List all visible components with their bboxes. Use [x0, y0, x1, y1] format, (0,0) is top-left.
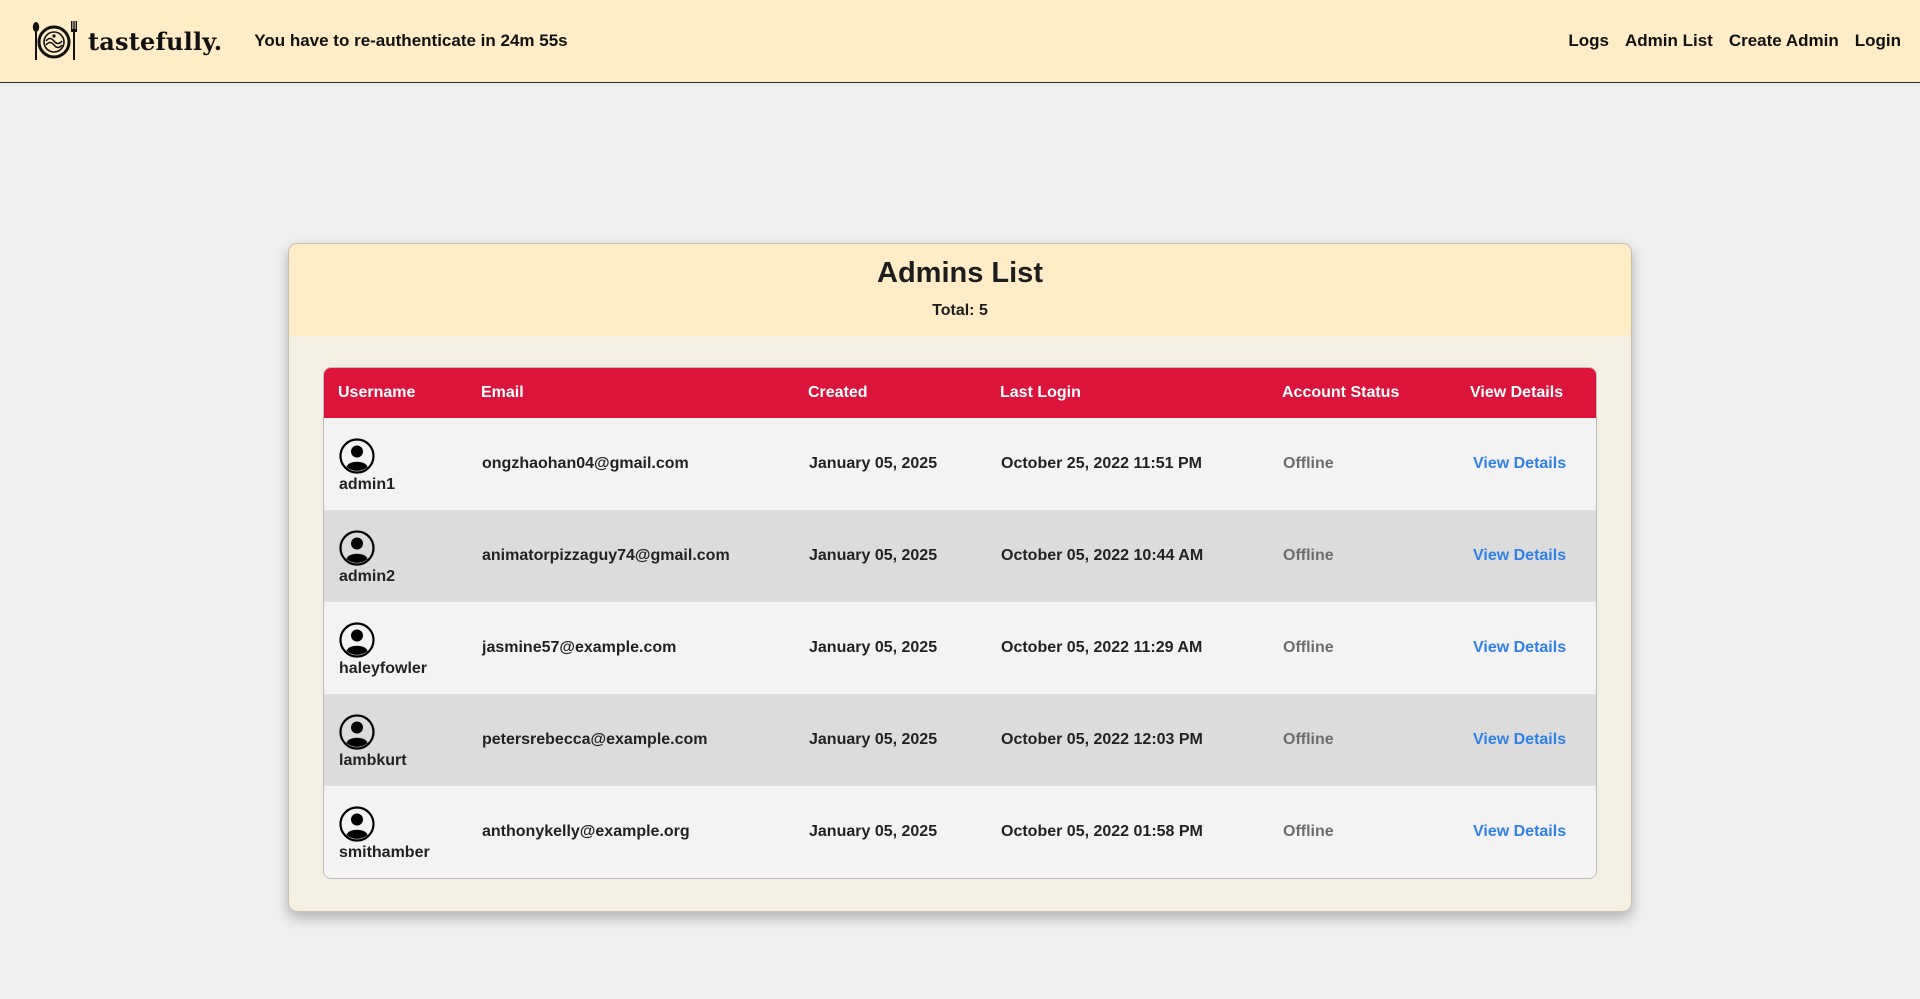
table-row: lambkurt petersrebecca@example.com Janua…: [324, 694, 1596, 786]
nav-link-create-admin[interactable]: Create Admin: [1729, 31, 1839, 51]
table-row: haleyfowler jasmine57@example.com Januar…: [324, 602, 1596, 694]
card-header: Admins List Total: 5: [289, 244, 1631, 336]
view-details-link[interactable]: View Details: [1471, 731, 1566, 748]
username: lambkurt: [339, 752, 407, 769]
status-cell: Offline: [1283, 823, 1334, 840]
created-cell: January 05, 2025: [809, 639, 938, 656]
email-cell: animatorpizzaguy74@gmail.com: [482, 547, 730, 564]
username: admin1: [339, 476, 396, 493]
status-cell: Offline: [1283, 639, 1334, 656]
user-avatar-icon[interactable]: [339, 714, 375, 750]
email-cell: jasmine57@example.com: [482, 639, 677, 656]
username: haleyfowler: [339, 660, 428, 677]
column-header-view-details[interactable]: View Details: [1456, 368, 1596, 418]
view-details-link[interactable]: View Details: [1471, 823, 1566, 840]
nav-link-logs[interactable]: Logs: [1568, 31, 1609, 51]
table-row: admin1 ongzhaohan04@gmail.com January 05…: [324, 418, 1596, 510]
table-row: smithamber anthonykelly@example.org Janu…: [324, 786, 1596, 878]
column-header-account-status[interactable]: Account Status: [1268, 368, 1456, 418]
last-login-cell: October 05, 2022 01:58 PM: [1001, 823, 1203, 840]
admins-list-card: Admins List Total: 5 Username Email Crea…: [288, 243, 1632, 912]
username: smithamber: [339, 844, 430, 861]
user-avatar-icon[interactable]: [339, 438, 375, 474]
plate-cutlery-icon: [32, 21, 77, 60]
page-title: Admins List: [877, 257, 1043, 289]
view-details-link[interactable]: View Details: [1471, 455, 1566, 472]
column-header-last-login[interactable]: Last Login: [986, 368, 1268, 418]
email-cell: ongzhaohan04@gmail.com: [482, 455, 689, 472]
created-cell: January 05, 2025: [809, 823, 938, 840]
nav-link-admin-list[interactable]: Admin List: [1625, 31, 1713, 51]
last-login-cell: October 05, 2022 11:29 AM: [1001, 639, 1203, 656]
status-cell: Offline: [1283, 547, 1334, 564]
last-login-cell: October 05, 2022 10:44 AM: [1001, 547, 1204, 564]
status-cell: Offline: [1283, 731, 1334, 748]
admins-table: Username Email Created Last Login Accoun…: [324, 368, 1596, 878]
last-login-cell: October 25, 2022 11:51 PM: [1001, 455, 1202, 472]
username-cell: admin2: [324, 510, 467, 602]
reauth-timer-text: You have to re-authenticate in 24m 55s: [254, 31, 568, 50]
user-avatar-icon[interactable]: [339, 806, 375, 842]
username-cell: admin1: [324, 418, 467, 510]
top-navbar: tastefully. You have to re-authenticate …: [0, 0, 1920, 83]
table-header-row: Username Email Created Last Login Accoun…: [324, 368, 1596, 418]
status-cell: Offline: [1283, 455, 1334, 472]
total-count: Total: 5: [932, 302, 988, 319]
column-header-username[interactable]: Username: [324, 368, 467, 418]
nav-links: Logs Admin List Create Admin Login: [1568, 31, 1901, 51]
brand[interactable]: tastefully.: [30, 19, 222, 63]
view-details-link[interactable]: View Details: [1471, 639, 1566, 656]
created-cell: January 05, 2025: [809, 547, 938, 564]
column-header-created[interactable]: Created: [794, 368, 986, 418]
username-cell: lambkurt: [324, 694, 467, 786]
table-row: admin2 animatorpizzaguy74@gmail.com Janu…: [324, 510, 1596, 602]
created-cell: January 05, 2025: [809, 731, 938, 748]
column-header-email[interactable]: Email: [467, 368, 794, 418]
username: admin2: [339, 568, 396, 585]
email-cell: anthonykelly@example.org: [482, 823, 690, 840]
brand-name: tastefully.: [88, 26, 223, 56]
nav-link-login[interactable]: Login: [1855, 31, 1901, 51]
email-cell: petersrebecca@example.com: [482, 731, 708, 748]
last-login-cell: October 05, 2022 12:03 PM: [1001, 731, 1203, 748]
username-cell: smithamber: [324, 786, 467, 878]
user-avatar-icon[interactable]: [339, 622, 375, 658]
admins-table-container: Username Email Created Last Login Accoun…: [323, 367, 1597, 879]
created-cell: January 05, 2025: [809, 455, 938, 472]
user-avatar-icon[interactable]: [339, 530, 375, 566]
username-cell: haleyfowler: [324, 602, 467, 694]
view-details-link[interactable]: View Details: [1471, 547, 1566, 564]
